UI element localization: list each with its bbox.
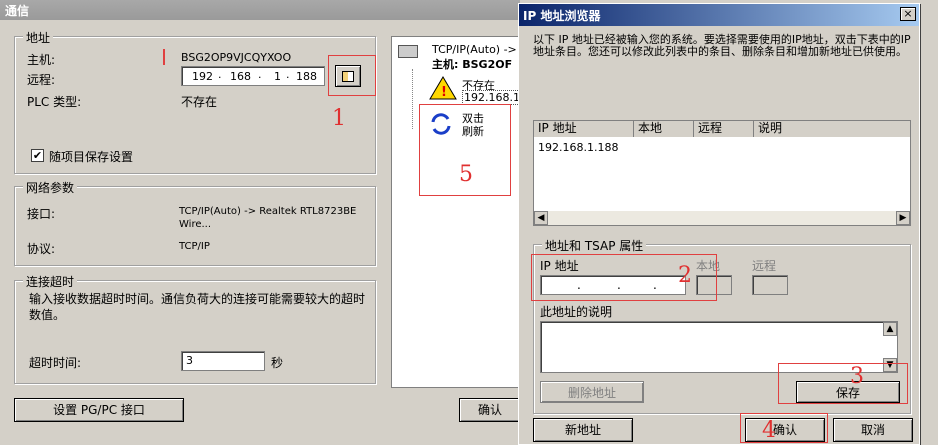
description-label: 此地址的说明 — [540, 305, 613, 319]
network-group: 网络参数 接口: TCP/IP(Auto) -> Realtek RTL8723… — [14, 179, 376, 266]
remote-field-label: 远程 — [752, 259, 777, 273]
timeout-unit: 秒 — [271, 356, 284, 370]
plc-type-label: PLC 类型: — [27, 95, 82, 109]
annotation-number-1: 1 — [332, 106, 346, 131]
save-settings-checkbox[interactable]: ✔ — [31, 149, 44, 162]
dialog-title: IP 地址浏览器 — [519, 4, 919, 26]
plc-node-ip: 192.168.1.1 — [462, 90, 520, 105]
interface-value: TCP/IP(Auto) -> Realtek RTL8723BE Wire..… — [179, 206, 357, 230]
annotation-number-4: 4 — [762, 418, 776, 443]
timeout-input[interactable]: 3 — [181, 351, 265, 371]
annotation-box-3 — [778, 363, 908, 404]
host-label: 主机: — [27, 53, 56, 67]
scroll-left-icon[interactable]: ◀ — [534, 211, 548, 225]
remote-ip-input[interactable]: 192 . 168 . 1 . 188 — [181, 66, 325, 86]
setup-pgpc-button[interactable]: 设置 PG/PC 接口 — [14, 398, 184, 422]
network-card-icon — [398, 45, 418, 58]
remote-tsap-input — [752, 275, 788, 295]
main-window-title: 通信 — [0, 0, 520, 20]
ip-address-table[interactable]: IP 地址 本地 远程 说明 192.168.1.188 ◀ ▶ — [533, 120, 911, 226]
address-group: 地址 主机: BSG2OP9VJCQYXOO 远程: 192 . 168 . 1… — [14, 29, 376, 174]
address-properties-title: 地址和 TSAP 属性 — [542, 237, 647, 254]
remote-label: 远程: — [27, 73, 56, 87]
horizontal-scrollbar[interactable]: ◀ ▶ — [534, 211, 910, 225]
network-group-title: 网络参数 — [23, 179, 78, 196]
close-icon[interactable]: × — [900, 7, 916, 21]
plc-type-value: 不存在 — [181, 95, 218, 109]
column-description[interactable]: 说明 — [754, 121, 910, 137]
timeout-group: 连接超时 输入接收数据超时时间。通信负荷大的连接可能需要较大的超时数值。 超时时… — [14, 273, 376, 384]
timeout-group-title: 连接超时 — [23, 273, 78, 290]
address-group-title: 地址 — [23, 29, 54, 46]
annotation-number-5: 5 — [459, 162, 473, 187]
plc-node[interactable]: ! — [428, 75, 464, 101]
warning-icon: ! — [429, 76, 457, 100]
main-ok-button[interactable]: 确认 — [459, 398, 521, 422]
annotation-number-2: 2 — [678, 263, 692, 288]
table-header: IP 地址 本地 远程 说明 — [534, 121, 910, 137]
tree-host-label: 主机: BSG2OF — [432, 58, 513, 71]
column-ip[interactable]: IP 地址 — [534, 121, 634, 137]
save-settings-label: 随项目保存设置 — [49, 150, 134, 164]
timeout-label: 超时时间: — [29, 356, 82, 370]
dialog-cancel-button[interactable]: 取消 — [833, 418, 913, 442]
scroll-up-icon[interactable]: ▲ — [883, 322, 897, 336]
column-local[interactable]: 本地 — [634, 121, 694, 137]
scroll-right-icon[interactable]: ▶ — [896, 211, 910, 225]
interface-label: 接口: — [27, 207, 56, 221]
new-address-button[interactable]: 新地址 — [533, 418, 633, 442]
communication-tree: TCP/IP(Auto) -> R 主机: BSG2OF ! 不存在 192.1… — [391, 36, 521, 388]
tree-root-label: TCP/IP(Auto) -> R — [432, 43, 521, 56]
timeout-description: 输入接收数据超时时间。通信负荷大的连接可能需要较大的超时数值。 — [29, 292, 366, 322]
host-marker — [163, 49, 165, 65]
tree-line — [412, 69, 413, 129]
column-remote[interactable]: 远程 — [694, 121, 754, 137]
svg-text:!: ! — [441, 85, 447, 100]
annotation-box-1 — [328, 55, 376, 96]
dialog-intro: 以下 IP 地址已经被输入您的系统。要选择需要使用的IP地址，双击下表中的IP地… — [533, 33, 911, 58]
table-row[interactable]: 192.168.1.188 — [538, 141, 618, 154]
protocol-label: 协议: — [27, 242, 56, 256]
delete-address-button[interactable]: 删除地址 — [540, 381, 644, 403]
protocol-value: TCP/IP — [179, 241, 210, 252]
host-value: BSG2OP9VJCQYXOO — [181, 51, 292, 64]
annotation-number-3: 3 — [850, 364, 864, 389]
annotation-box-4 — [740, 413, 828, 443]
